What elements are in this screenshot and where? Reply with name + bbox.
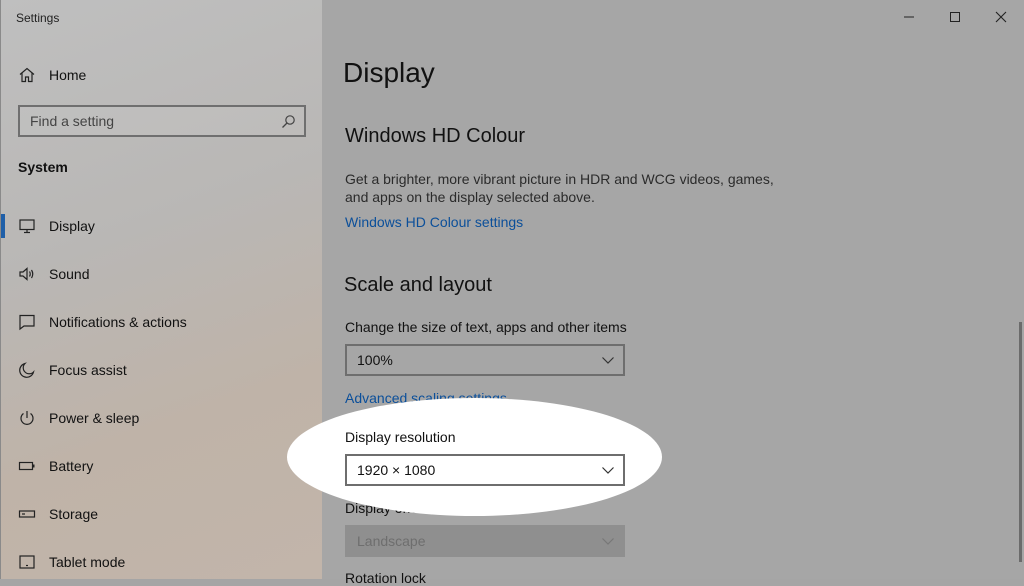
chevron-down-icon bbox=[602, 538, 614, 545]
close-button[interactable] bbox=[978, 0, 1024, 34]
sidebar-item-display[interactable]: Display bbox=[1, 202, 323, 250]
chevron-down-icon bbox=[602, 357, 614, 364]
sidebar-item-storage[interactable]: Storage bbox=[1, 490, 323, 538]
scale-value: 100% bbox=[357, 352, 393, 368]
hdr-heading: Windows HD Colour bbox=[345, 125, 526, 147]
sidebar-item-label: Display bbox=[49, 218, 95, 234]
orientation-value: Landscape bbox=[357, 533, 426, 549]
minimize-icon bbox=[904, 16, 914, 18]
section-label-system: System bbox=[18, 159, 68, 175]
sidebar-item-sound[interactable]: Sound bbox=[1, 250, 323, 298]
page-title: Display bbox=[343, 57, 435, 88]
maximize-icon bbox=[950, 12, 960, 22]
sidebar-item-label: Focus assist bbox=[49, 362, 127, 378]
search-icon bbox=[282, 114, 295, 128]
app-title: Settings bbox=[16, 11, 60, 25]
speaker-icon bbox=[19, 267, 34, 281]
minimize-button[interactable] bbox=[886, 0, 932, 34]
nav-home-label: Home bbox=[49, 67, 87, 83]
hdr-settings-link[interactable]: Windows HD Colour settings bbox=[345, 214, 523, 230]
notification-icon bbox=[19, 314, 35, 331]
maximize-button[interactable] bbox=[932, 0, 978, 34]
resolution-value: 1920 × 1080 bbox=[357, 462, 436, 478]
sidebar-item-label: Power & sleep bbox=[49, 410, 140, 426]
moon-icon bbox=[19, 362, 35, 378]
sidebar-item-label: Storage bbox=[49, 506, 99, 522]
size-label: Change the size of text, apps and other … bbox=[345, 319, 627, 335]
sidebar-item-label: Tablet mode bbox=[49, 554, 126, 570]
nav-list: Display Sound Notifications & actions Fo… bbox=[1, 202, 323, 586]
hdr-description: Get a brighter, more vibrant picture in … bbox=[345, 171, 774, 205]
scrollbar[interactable] bbox=[1019, 322, 1022, 562]
orientation-dropdown: Landscape bbox=[345, 525, 625, 557]
sidebar-item-label: Notifications & actions bbox=[49, 314, 187, 330]
sidebar: Settings Home Find a setting System Disp… bbox=[0, 0, 322, 579]
home-icon bbox=[19, 67, 35, 83]
resolution-dropdown[interactable]: 1920 × 1080 bbox=[345, 454, 625, 486]
rotation-lock-label: Rotation lock bbox=[345, 570, 426, 586]
sidebar-item-notifications[interactable]: Notifications & actions bbox=[1, 298, 323, 346]
scale-heading: Scale and layout bbox=[344, 274, 492, 296]
power-icon bbox=[20, 411, 34, 425]
battery-icon bbox=[18, 461, 35, 471]
window-controls bbox=[886, 0, 1024, 34]
storage-icon bbox=[18, 510, 36, 518]
search-placeholder: Find a setting bbox=[30, 113, 115, 129]
tablet-icon bbox=[19, 555, 35, 569]
sidebar-item-label: Battery bbox=[49, 458, 94, 474]
close-icon bbox=[995, 11, 1007, 23]
resolution-label: Display resolution bbox=[345, 429, 456, 445]
nav-home[interactable]: Home bbox=[18, 64, 86, 86]
chevron-down-icon bbox=[602, 467, 614, 474]
scale-dropdown[interactable]: 100% bbox=[345, 344, 625, 376]
search-input[interactable]: Find a setting bbox=[18, 105, 306, 137]
sidebar-item-power-sleep[interactable]: Power & sleep bbox=[1, 394, 323, 442]
sidebar-item-focus-assist[interactable]: Focus assist bbox=[1, 346, 323, 394]
sidebar-item-label: Sound bbox=[49, 266, 90, 282]
sidebar-item-battery[interactable]: Battery bbox=[1, 442, 323, 490]
monitor-icon bbox=[19, 219, 35, 234]
